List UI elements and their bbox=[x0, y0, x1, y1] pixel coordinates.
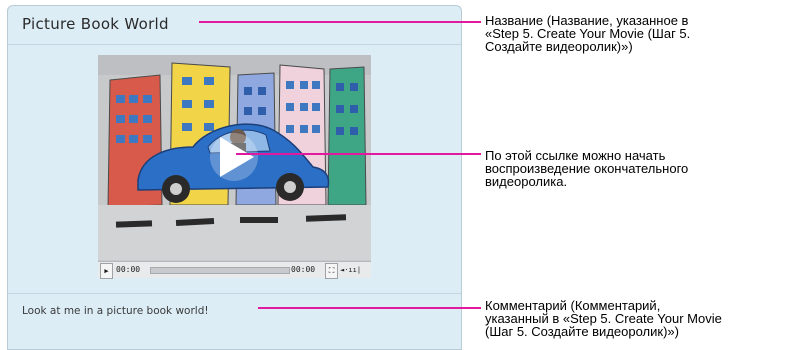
volume-button[interactable]: ◄·ıı| bbox=[340, 263, 361, 277]
annotation-comment: Комментарий (Комментарий, указанный в «S… bbox=[485, 299, 722, 338]
player-controls: ▶ 00:00 00:00 ⛶ ◄·ıı| bbox=[98, 261, 371, 279]
leader-line-play bbox=[236, 153, 481, 155]
current-time: 00:00 bbox=[116, 265, 141, 274]
total-time: 00:00 bbox=[291, 265, 316, 274]
play-button[interactable]: ▶ bbox=[100, 263, 113, 279]
leader-line-title bbox=[199, 21, 481, 23]
video-frame-drawing bbox=[98, 55, 371, 278]
play-icon[interactable] bbox=[210, 133, 258, 181]
annotation-line: Создайте видеоролик)») bbox=[485, 39, 633, 54]
movie-comment: Look at me in a picture book world! bbox=[22, 305, 209, 317]
building-green bbox=[327, 66, 367, 206]
video-player[interactable] bbox=[98, 55, 371, 278]
fullscreen-button[interactable]: ⛶ bbox=[325, 263, 338, 279]
divider bbox=[8, 293, 461, 294]
panel-header: Picture Book World bbox=[8, 6, 461, 45]
annotation-line: видеоролика. bbox=[485, 174, 568, 189]
annotation-play: По этой ссылке можно начать воспроизведе… bbox=[485, 149, 688, 188]
leader-line-comment bbox=[258, 307, 481, 309]
road bbox=[98, 205, 371, 260]
movie-title: Picture Book World bbox=[22, 15, 169, 33]
annotation-title: Название (Название, указанное в «Step 5.… bbox=[485, 14, 690, 53]
annotation-line: (Шаг 5. Создайте видеоролик)») bbox=[485, 324, 679, 339]
seek-bar[interactable] bbox=[150, 267, 290, 274]
